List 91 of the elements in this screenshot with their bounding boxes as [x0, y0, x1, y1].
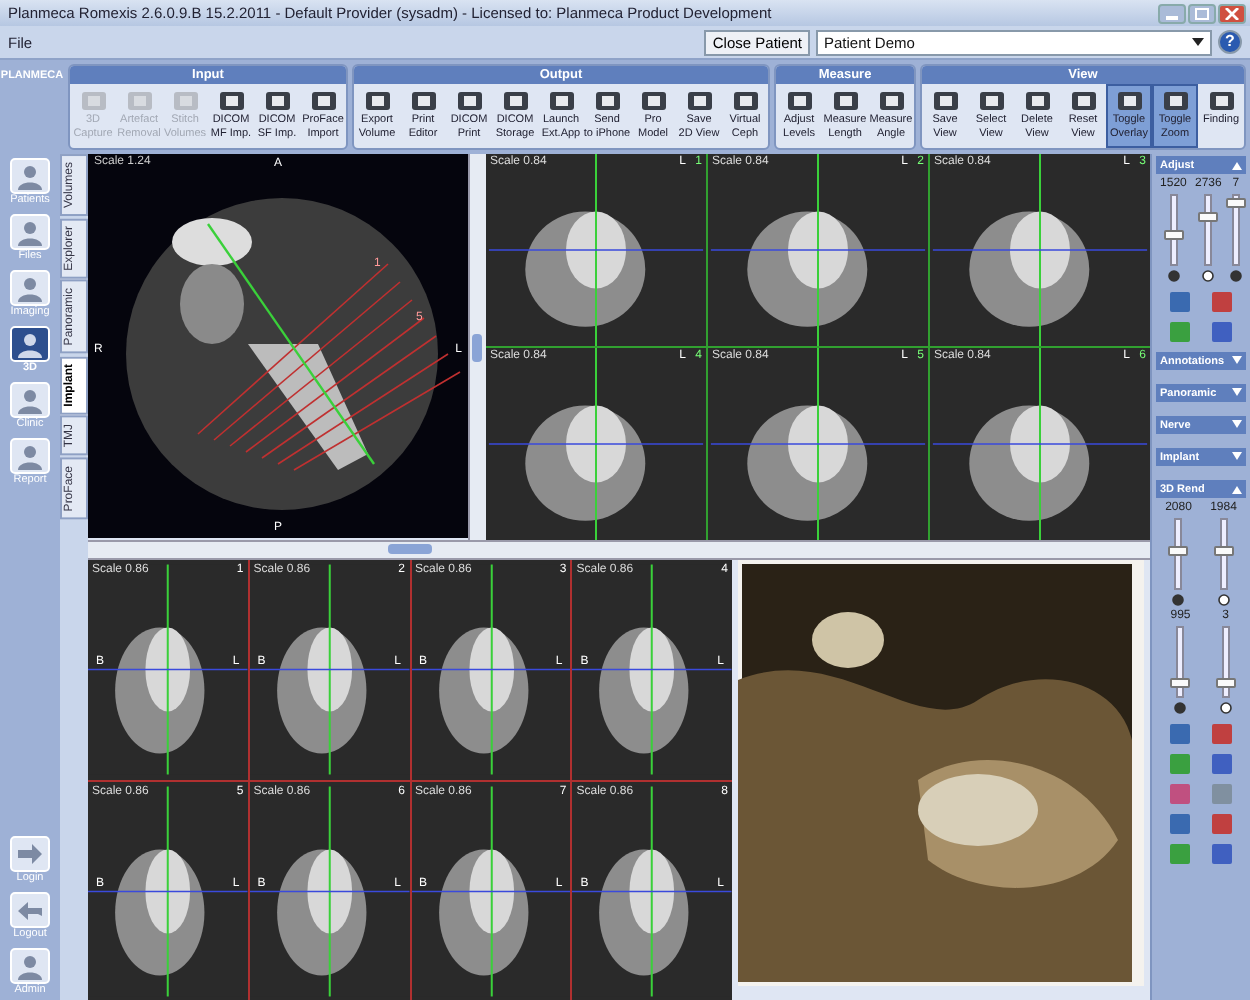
collapse-icon	[1232, 160, 1242, 170]
person-icon	[10, 158, 50, 194]
tool-icon	[545, 88, 577, 114]
expand-icon	[1232, 356, 1242, 366]
slider-thumb[interactable]	[1163, 229, 1184, 240]
tool-icon	[1210, 722, 1234, 746]
tool-button[interactable]	[1166, 720, 1194, 748]
tool-icon	[975, 88, 1007, 114]
tool-button[interactable]	[1166, 810, 1194, 838]
tool-icon	[307, 88, 339, 114]
slider-thumb[interactable]	[1215, 678, 1236, 689]
tool-button[interactable]	[1208, 720, 1236, 748]
tool-button[interactable]	[1208, 810, 1236, 838]
tool-button[interactable]	[1166, 750, 1194, 778]
tool-button[interactable]	[1166, 288, 1194, 316]
slider-thumb[interactable]	[1170, 678, 1191, 689]
person-icon	[10, 382, 50, 418]
tool-button[interactable]	[1208, 750, 1236, 778]
person-icon	[10, 438, 50, 474]
person-icon	[10, 326, 50, 362]
slider-thumb[interactable]	[1168, 546, 1189, 557]
tool-icon	[1168, 722, 1192, 746]
person-icon	[10, 270, 50, 306]
slider-track[interactable]	[1231, 194, 1240, 266]
expand-icon	[1232, 420, 1242, 430]
tool-icon	[1168, 842, 1192, 866]
tool-icon	[1168, 782, 1192, 806]
expand-icon	[1232, 452, 1242, 462]
slider-thumb[interactable]	[1213, 546, 1234, 557]
tool-button[interactable]	[1208, 840, 1236, 868]
tool-icon	[261, 88, 293, 114]
tool-icon	[875, 88, 907, 114]
scrollbar-thumb[interactable]	[472, 334, 482, 362]
tool-button[interactable]	[1166, 840, 1194, 868]
scrollbar[interactable]	[88, 540, 1150, 560]
tool-button[interactable]	[1166, 318, 1194, 346]
expand-icon	[1232, 388, 1242, 398]
tool-icon	[1021, 88, 1053, 114]
tool-icon	[1210, 842, 1234, 866]
tool-icon	[829, 88, 861, 114]
help-button[interactable]: ?	[1218, 30, 1242, 54]
minimize-button[interactable]	[1158, 3, 1186, 23]
person-icon	[10, 214, 50, 250]
tool-icon	[1168, 290, 1192, 314]
tool-icon	[1168, 752, 1192, 776]
caret-icon	[1192, 38, 1204, 46]
tool-icon	[1210, 782, 1234, 806]
tool-icon	[929, 88, 961, 114]
tool-button[interactable]	[1208, 318, 1236, 346]
tool-icon	[215, 88, 247, 114]
collapse-icon	[1232, 484, 1242, 494]
maximize-icon	[1194, 7, 1210, 19]
tool-icon	[499, 88, 531, 114]
scrollbar-thumb[interactable]	[388, 544, 432, 554]
tool-icon	[77, 88, 109, 114]
tool-icon	[1210, 752, 1234, 776]
tool-icon	[1205, 88, 1237, 114]
slider-track[interactable]	[1176, 626, 1185, 698]
slider-track[interactable]	[1169, 194, 1178, 266]
tool-icon	[361, 88, 393, 114]
slider-thumb[interactable]	[1198, 211, 1219, 222]
tool-icon	[591, 88, 623, 114]
tool-button[interactable]	[1208, 288, 1236, 316]
tool-icon	[1168, 320, 1192, 344]
tool-icon	[783, 88, 815, 114]
tool-icon	[729, 88, 761, 114]
tool-icon	[407, 88, 439, 114]
slider-track[interactable]	[1204, 194, 1213, 266]
tool-icon	[453, 88, 485, 114]
tool-icon	[1113, 88, 1145, 114]
tool-icon	[1067, 88, 1099, 114]
tool-icon	[1159, 88, 1191, 114]
slider-track[interactable]	[1219, 518, 1228, 590]
tool-icon	[1210, 812, 1234, 836]
tool-icon	[637, 88, 669, 114]
tool-icon	[1210, 290, 1234, 314]
tool-icon	[683, 88, 715, 114]
slider-track[interactable]	[1221, 626, 1230, 698]
tool-icon	[123, 88, 155, 114]
maximize-button[interactable]	[1188, 3, 1216, 23]
tool-icon	[169, 88, 201, 114]
tool-icon	[1210, 320, 1234, 344]
tool-button[interactable]	[1166, 780, 1194, 808]
slider-track[interactable]	[1174, 518, 1183, 590]
tool-icon	[1168, 812, 1192, 836]
slider-thumb[interactable]	[1225, 198, 1246, 209]
close-button[interactable]	[1218, 3, 1246, 23]
person-icon	[10, 948, 50, 984]
tool-button[interactable]	[1208, 780, 1236, 808]
scrollbar[interactable]	[468, 154, 486, 540]
close-icon	[1224, 7, 1240, 19]
